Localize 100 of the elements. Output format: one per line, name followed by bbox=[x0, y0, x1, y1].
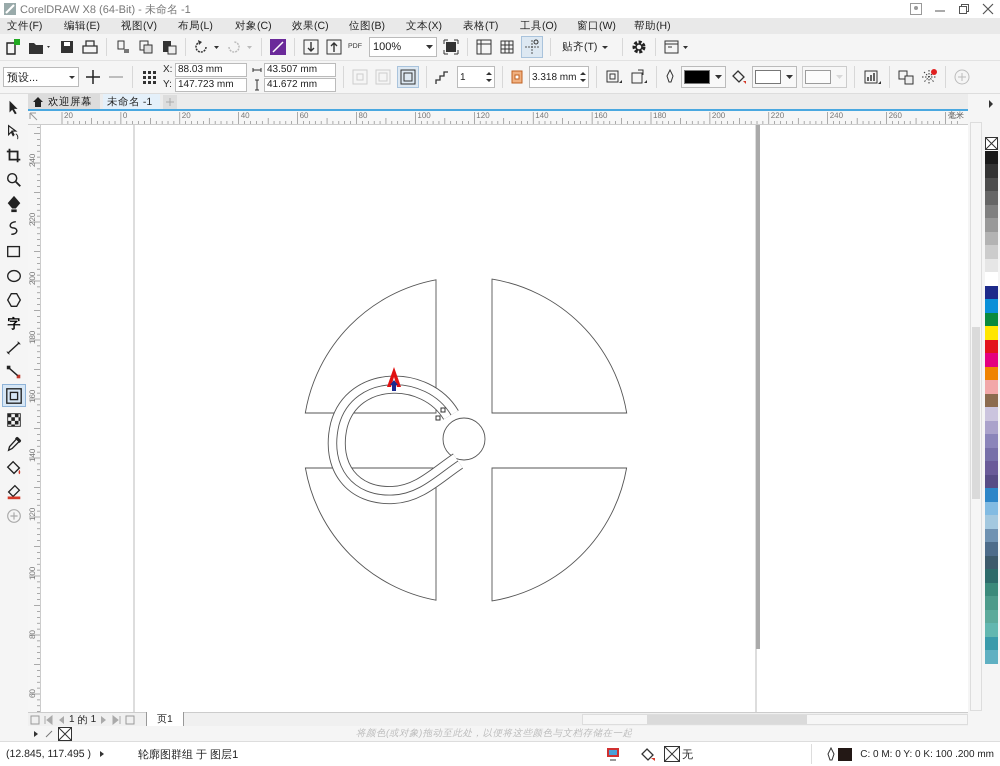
color-swatch[interactable] bbox=[984, 474, 998, 488]
color-swatch[interactable] bbox=[984, 164, 998, 178]
height-field[interactable]: 41.672 mm bbox=[264, 78, 336, 92]
color-swatch[interactable] bbox=[984, 272, 998, 286]
page-tab[interactable]: 页1 bbox=[146, 712, 184, 727]
color-swatch[interactable] bbox=[984, 218, 998, 232]
color-swatch[interactable] bbox=[984, 434, 998, 448]
preset-dropdown[interactable]: 预设... bbox=[3, 67, 79, 87]
document-tab[interactable]: 欢迎屏幕 bbox=[28, 94, 100, 109]
menu-item[interactable]: 文件(F) bbox=[4, 19, 61, 33]
chart-icon[interactable] bbox=[862, 68, 882, 86]
horizontal-scrollbar[interactable] bbox=[582, 714, 968, 725]
menu-item[interactable]: 编辑(E) bbox=[61, 19, 118, 33]
export-icon[interactable] bbox=[325, 38, 343, 56]
plus-icon[interactable] bbox=[84, 68, 102, 86]
color-swatch[interactable] bbox=[984, 448, 998, 461]
tool-button[interactable] bbox=[2, 384, 26, 407]
pencil-icon[interactable] bbox=[44, 728, 54, 738]
color-swatch[interactable] bbox=[984, 623, 998, 636]
menu-item[interactable]: 效果(C) bbox=[289, 19, 346, 33]
menu-item[interactable]: 工具(O) bbox=[517, 19, 574, 33]
expand-arrow-icon[interactable] bbox=[98, 749, 106, 759]
color-swatch[interactable] bbox=[984, 502, 998, 515]
color-swatch[interactable] bbox=[984, 191, 998, 204]
width-field[interactable]: 43.507 mm bbox=[264, 62, 336, 76]
snap-dropdown[interactable]: 贴齐(T) bbox=[558, 40, 616, 54]
color-swatch[interactable] bbox=[984, 542, 998, 556]
menu-item[interactable]: 对象(C) bbox=[232, 19, 289, 33]
color-swatch[interactable] bbox=[984, 366, 998, 380]
color-swatch[interactable] bbox=[984, 286, 998, 299]
color-swatch[interactable] bbox=[984, 610, 998, 623]
color-swatch[interactable] bbox=[984, 650, 998, 664]
contour-group-drawing[interactable] bbox=[328, 367, 464, 504]
circle-shape[interactable] bbox=[442, 418, 486, 460]
settings-icon[interactable] bbox=[630, 38, 648, 56]
color-swatch[interactable] bbox=[984, 407, 998, 420]
save-icon[interactable] bbox=[58, 38, 76, 56]
account-icon[interactable] bbox=[910, 3, 922, 15]
color-swatch[interactable] bbox=[984, 569, 998, 582]
color-swatch[interactable] bbox=[984, 528, 998, 542]
import-icon[interactable] bbox=[302, 38, 320, 56]
color-swatch[interactable] bbox=[984, 340, 998, 353]
y-position-field[interactable]: 147.723 mm bbox=[175, 78, 247, 92]
steps-field[interactable]: 1 bbox=[457, 66, 495, 88]
color-swatch[interactable] bbox=[984, 582, 998, 596]
restore-icon[interactable] bbox=[958, 3, 970, 15]
color-swatch[interactable] bbox=[984, 299, 998, 312]
palette-arrow-icon[interactable] bbox=[987, 99, 995, 109]
close-icon[interactable] bbox=[982, 3, 994, 15]
copy-properties-icon[interactable] bbox=[897, 68, 915, 86]
color-swatch[interactable] bbox=[984, 245, 998, 258]
color-swatch[interactable] bbox=[984, 232, 998, 245]
object-origin-icon[interactable] bbox=[140, 68, 158, 86]
color-swatch[interactable] bbox=[984, 312, 998, 326]
color-swatch[interactable] bbox=[984, 488, 998, 502]
color-swatch[interactable] bbox=[984, 380, 998, 394]
no-color-swatch[interactable] bbox=[984, 137, 998, 150]
menu-item[interactable]: 窗口(W) bbox=[574, 19, 631, 33]
paste-icon[interactable] bbox=[160, 38, 178, 56]
color-swatch[interactable] bbox=[984, 353, 998, 366]
print-icon[interactable] bbox=[81, 38, 99, 56]
color-swatch[interactable] bbox=[984, 326, 998, 340]
menu-item[interactable]: 布局(L) bbox=[175, 19, 232, 33]
rulers-icon[interactable] bbox=[475, 38, 493, 56]
new-document-icon[interactable] bbox=[4, 38, 22, 56]
color-swatch[interactable] bbox=[984, 178, 998, 191]
text-tool[interactable]: 字 bbox=[2, 312, 26, 335]
guidelines-icon[interactable] bbox=[521, 36, 543, 58]
zoom-dropdown[interactable]: 100% bbox=[369, 37, 437, 57]
color-swatch[interactable] bbox=[984, 258, 998, 272]
grid-icon[interactable] bbox=[498, 38, 516, 56]
color-swatch[interactable] bbox=[984, 461, 998, 474]
object-acceleration-icon[interactable] bbox=[604, 68, 624, 86]
color-swatch[interactable] bbox=[984, 394, 998, 407]
vertical-scrollbar[interactable] bbox=[970, 122, 982, 711]
launcher-icon[interactable] bbox=[269, 38, 287, 56]
document-tab[interactable]: 未命名 -1 bbox=[103, 94, 160, 109]
copy-icon[interactable] bbox=[137, 38, 155, 56]
end-color-dropdown[interactable] bbox=[802, 66, 847, 88]
menu-item[interactable]: 位图(B) bbox=[346, 19, 403, 33]
menu-item[interactable]: 文本(X) bbox=[403, 19, 460, 33]
color-acceleration-icon[interactable] bbox=[629, 68, 649, 86]
contour-outside-icon[interactable] bbox=[397, 66, 419, 88]
x-position-field[interactable]: 88.03 mm bbox=[175, 62, 247, 76]
color-swatch[interactable] bbox=[984, 515, 998, 528]
color-swatch[interactable] bbox=[984, 596, 998, 610]
fill-color-dropdown[interactable] bbox=[752, 66, 797, 88]
paint-bucket-icon[interactable] bbox=[731, 68, 747, 86]
menu-item[interactable]: 表格(T) bbox=[460, 19, 517, 33]
color-swatch[interactable] bbox=[984, 150, 998, 164]
menu-item[interactable]: 视图(V) bbox=[118, 19, 175, 33]
no-color-icon[interactable] bbox=[58, 726, 72, 740]
clear-contour-icon[interactable] bbox=[920, 68, 938, 86]
color-swatch[interactable] bbox=[984, 420, 998, 434]
color-swatch[interactable] bbox=[984, 556, 998, 569]
outline-color-dropdown[interactable] bbox=[681, 66, 726, 88]
color-swatch[interactable] bbox=[984, 636, 998, 650]
color-swatch[interactable] bbox=[984, 204, 998, 218]
palette-menu-icon[interactable] bbox=[32, 728, 40, 738]
full-screen-icon[interactable] bbox=[442, 38, 460, 56]
